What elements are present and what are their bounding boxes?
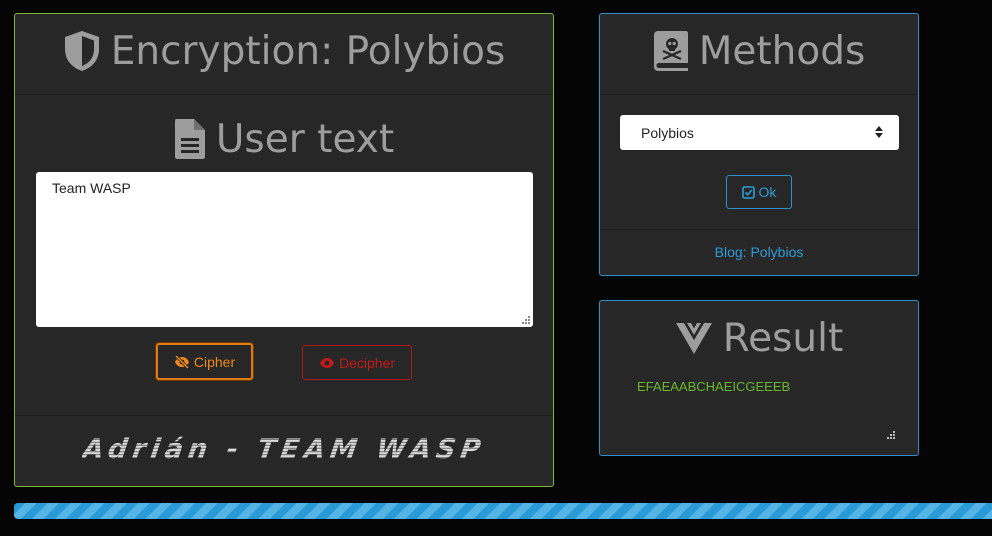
result-output[interactable]: EFAEAABCHAEICGEEEB bbox=[620, 371, 899, 443]
vuejs-icon bbox=[675, 323, 712, 354]
eye-icon bbox=[319, 357, 334, 368]
divider bbox=[15, 415, 553, 416]
user-text-input[interactable]: Team WASP bbox=[36, 172, 533, 327]
methods-title: Methods bbox=[698, 28, 866, 74]
result-text: EFAEAABCHAEICGEEEB bbox=[637, 379, 791, 394]
result-panel: Result EFAEAABCHAEICGEEEB bbox=[599, 300, 919, 456]
result-header: Result bbox=[600, 313, 918, 363]
decipher-label: Decipher bbox=[338, 354, 396, 371]
eye-slash-icon bbox=[174, 354, 189, 369]
cipher-button[interactable]: Cipher bbox=[156, 343, 253, 380]
method-select-value: Polybios bbox=[641, 124, 694, 141]
shield-icon bbox=[64, 31, 99, 71]
encryption-title: Encryption: Polybios bbox=[110, 28, 506, 74]
methods-panel: Methods Polybios Ok Blog: Polybios bbox=[599, 13, 919, 276]
progress-bar bbox=[14, 503, 992, 519]
user-text-area-wrapper: Team WASP bbox=[36, 172, 533, 327]
method-select[interactable]: Polybios bbox=[620, 115, 899, 150]
resize-grip-icon[interactable] bbox=[522, 316, 530, 324]
signature-text: Adrián - TEAM WASP bbox=[80, 433, 488, 465]
result-title: Result bbox=[722, 315, 844, 361]
cipher-label: Cipher bbox=[193, 353, 236, 370]
divider bbox=[600, 94, 918, 95]
skull-book-icon bbox=[653, 31, 688, 71]
blog-link[interactable]: Blog: Polybios bbox=[600, 244, 918, 260]
divider bbox=[600, 229, 918, 230]
divider bbox=[15, 94, 553, 95]
user-text-title: User text bbox=[215, 116, 395, 162]
methods-header: Methods bbox=[600, 26, 918, 76]
encryption-header: Encryption: Polybios bbox=[15, 26, 553, 76]
file-icon bbox=[174, 119, 205, 159]
encryption-panel: Encryption: Polybios User text Team WASP… bbox=[14, 13, 554, 487]
decipher-button[interactable]: Decipher bbox=[302, 345, 412, 380]
resize-grip-icon[interactable] bbox=[887, 431, 895, 439]
select-arrows-icon bbox=[875, 126, 883, 138]
ok-label: Ok bbox=[758, 184, 777, 200]
check-square-icon bbox=[741, 185, 755, 199]
signature-logo: Adrián - TEAM WASP bbox=[15, 431, 553, 467]
user-text-header: User text bbox=[15, 114, 553, 164]
ok-button[interactable]: Ok bbox=[726, 175, 792, 209]
